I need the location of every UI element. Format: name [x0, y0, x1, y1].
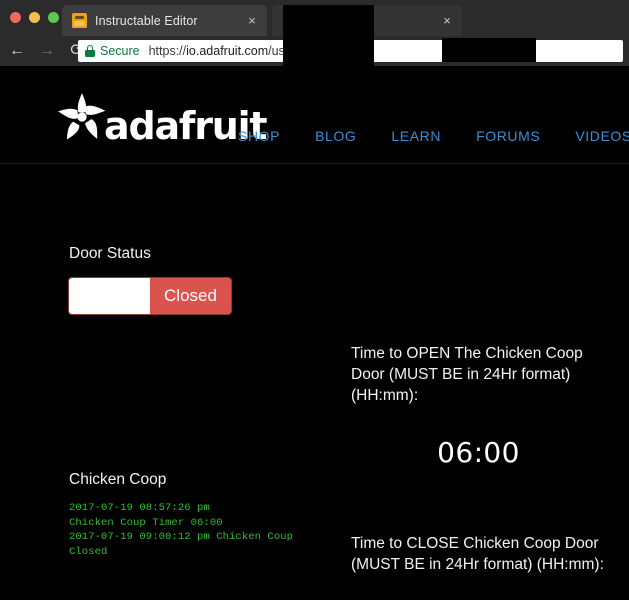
- tab-close-icon[interactable]: ×: [245, 13, 259, 28]
- block-close-time: Time to CLOSE Chicken Coop Door (MUST BE…: [351, 533, 606, 600]
- log-line: Chicken Coup Timer 06:00: [69, 516, 223, 529]
- window-minimize-button[interactable]: [29, 12, 40, 23]
- toggle-off-half[interactable]: [69, 278, 150, 314]
- nav-link-learn[interactable]: LEARN: [391, 128, 441, 144]
- nav-link-shop[interactable]: SHOP: [238, 128, 280, 144]
- tab-title: Instructable Editor: [95, 13, 198, 28]
- nav-link-blog[interactable]: BLOG: [315, 128, 356, 144]
- open-time-title: Time to OPEN The Chicken Coop Door (MUST…: [351, 345, 583, 404]
- window-traffic-lights: [10, 12, 59, 23]
- log-line: Closed: [69, 545, 108, 558]
- redaction-box-tab: [283, 5, 374, 66]
- forward-arrow-icon[interactable]: →: [34, 38, 60, 64]
- block-door-status: Door Status Closed: [69, 243, 299, 314]
- log-line: 2017-07-19 08:57:26 pm: [69, 502, 210, 514]
- tab-close-icon[interactable]: ×: [440, 13, 454, 28]
- door-status-title: Door Status: [69, 245, 151, 262]
- site-nav: SHOP BLOG LEARN FORUMS VIDEOS: [238, 128, 629, 144]
- window-maximize-button[interactable]: [48, 12, 59, 23]
- url-host: io.adafruit.com: [186, 44, 269, 58]
- open-time-value[interactable]: 06:00: [351, 436, 606, 469]
- feed-log-title: Chicken Coop: [69, 471, 167, 488]
- back-arrow-icon[interactable]: ←: [4, 38, 30, 64]
- log-line: 2017-07-19 09:00:12 pm Chicken Coup: [69, 531, 294, 544]
- browser-window: Instructable Editor × × ← → ⟳ Secure htt…: [0, 0, 629, 600]
- nav-link-forums[interactable]: FORUMS: [476, 128, 540, 144]
- adafruit-flower-icon: [58, 93, 106, 140]
- toggle-state-label[interactable]: Closed: [150, 278, 231, 314]
- dashboard-grid: Door Status Closed Chicken Coop 2017-07-…: [0, 164, 629, 600]
- window-close-button[interactable]: [10, 12, 21, 23]
- close-time-title: Time to CLOSE Chicken Coop Door (MUST BE…: [351, 535, 604, 573]
- lock-icon: [84, 45, 95, 57]
- door-status-toggle[interactable]: Closed: [69, 278, 231, 314]
- redaction-box-url: [442, 38, 536, 62]
- instructables-robot-icon: [72, 13, 87, 28]
- site-header: adafruit SHOP BLOG LEARN FORUMS VIDEOS: [0, 66, 629, 164]
- secure-label: Secure: [100, 44, 140, 58]
- block-chicken-coop-log: Chicken Coop 2017-07-19 08:57:26 pm Chic…: [69, 469, 319, 559]
- feed-log-lines: 2017-07-19 08:57:26 pm Chicken Coup Time…: [69, 501, 319, 559]
- page-content: adafruit SHOP BLOG LEARN FORUMS VIDEOS D…: [0, 66, 629, 600]
- url-scheme: https://: [148, 44, 187, 58]
- nav-link-videos[interactable]: VIDEOS: [575, 128, 629, 144]
- browser-tab-instructable-editor[interactable]: Instructable Editor ×: [62, 5, 267, 36]
- block-open-time: Time to OPEN The Chicken Coop Door (MUST…: [351, 343, 606, 469]
- adafruit-logo[interactable]: adafruit: [54, 91, 268, 145]
